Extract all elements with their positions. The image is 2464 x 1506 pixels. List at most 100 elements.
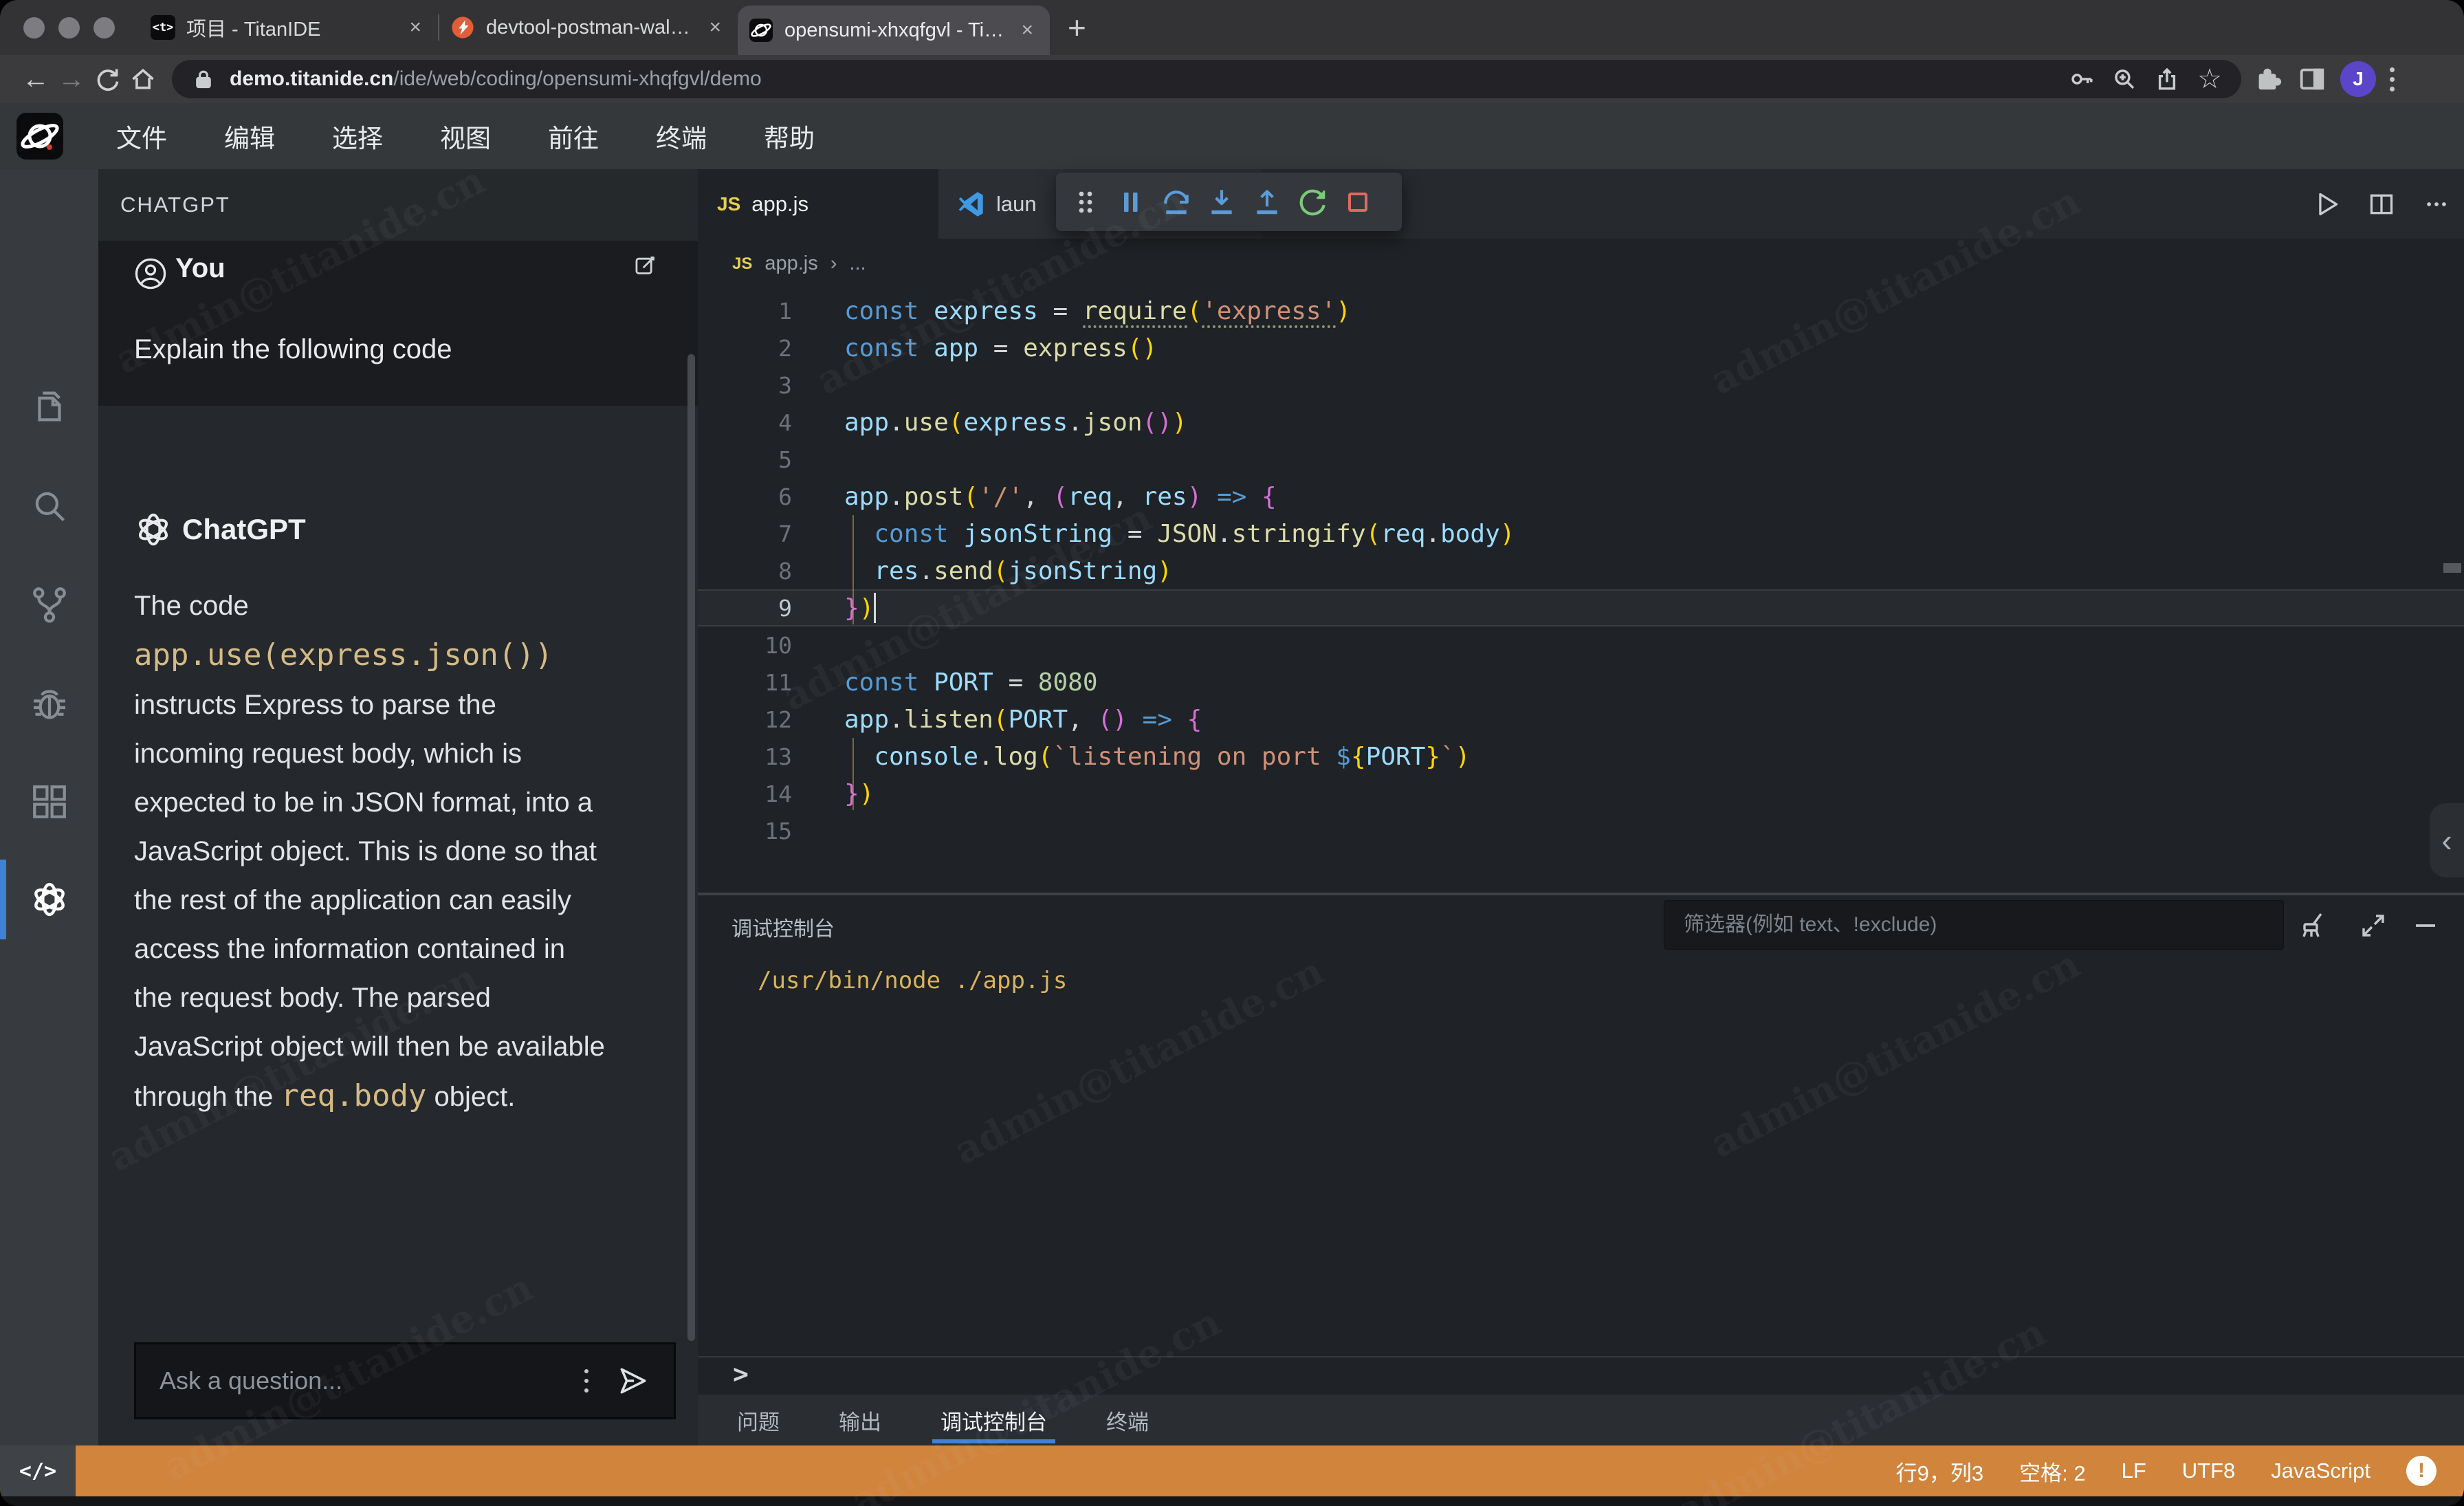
extensions-icon[interactable] (0, 761, 98, 843)
line-number: 14 (698, 781, 792, 807)
code-line-1[interactable]: 1const express = require('express') (698, 292, 2464, 329)
status-item[interactable]: UTF8 (2182, 1459, 2236, 1483)
edit-message-icon[interactable] (633, 253, 658, 278)
code-line-5[interactable]: 5 (698, 441, 2464, 478)
profile-avatar[interactable]: J (2340, 61, 2376, 97)
assistant-label: ChatGPT (182, 513, 306, 546)
code-line-9[interactable]: 9}) (698, 589, 2464, 626)
split-editor-icon[interactable] (2364, 186, 2399, 222)
code-line-12[interactable]: 12app.listen(PORT, () => { (698, 701, 2464, 738)
explorer-files-icon[interactable] (0, 365, 98, 448)
share-icon[interactable] (2150, 63, 2184, 96)
chatgpt-logo-icon (133, 509, 174, 550)
status-item[interactable]: 空格: 2 (2019, 1456, 2085, 1487)
chatgpt-icon[interactable] (0, 858, 98, 941)
code-line-14[interactable]: 14}) (698, 775, 2464, 812)
close-window-button[interactable] (23, 17, 45, 39)
close-tab-icon[interactable]: × (405, 16, 426, 39)
browser-tab-2[interactable]: devtool-postman-walvamdz - T× (439, 0, 738, 55)
remote-indicator[interactable]: </> (0, 1445, 76, 1496)
debug-bug-icon[interactable] (0, 662, 98, 745)
minimize-panel-icon[interactable] (2408, 908, 2443, 943)
browser-tab-1[interactable]: <t>项目 - TitanIDE× (140, 0, 438, 55)
menu-文件[interactable]: 文件 (114, 118, 169, 155)
menu-选择[interactable]: 选择 (330, 118, 385, 155)
toolbar-drag-grip[interactable] (1063, 182, 1108, 223)
window-bottom-edge (0, 1496, 2464, 1506)
search-icon[interactable] (0, 465, 98, 547)
panel-tab-输出[interactable]: 输出 (839, 1395, 881, 1445)
status-item[interactable]: JavaScript (2271, 1459, 2370, 1483)
code-line-11[interactable]: 11const PORT = 8080 (698, 664, 2464, 701)
chat-scrollbar[interactable] (688, 354, 695, 1341)
line-number: 3 (698, 372, 792, 399)
pause-icon[interactable] (1108, 182, 1154, 223)
status-item[interactable]: 行9，列3 (1896, 1456, 1983, 1487)
source-control-icon[interactable] (0, 563, 98, 645)
console-repl-row[interactable]: > (698, 1356, 2464, 1395)
run-icon[interactable] (2309, 186, 2344, 222)
code-line-4[interactable]: 4app.use(express.json()) (698, 404, 2464, 441)
menu-帮助[interactable]: 帮助 (762, 118, 817, 155)
line-number: 2 (698, 335, 792, 362)
editor-scrollbar-thumb[interactable] (2443, 563, 2461, 573)
close-tab-icon[interactable]: × (705, 16, 725, 39)
home-icon[interactable] (125, 61, 161, 97)
menu-终端[interactable]: 终端 (654, 118, 709, 155)
code-line-8[interactable]: 8 res.send(jsonString) (698, 552, 2464, 589)
step-into-icon[interactable] (1199, 182, 1244, 223)
titanide-logo-icon[interactable] (15, 111, 65, 161)
more-actions-icon[interactable] (2419, 186, 2454, 222)
breadcrumb[interactable]: JS app.js › ... (698, 239, 2464, 289)
menu-前往[interactable]: 前往 (546, 118, 601, 155)
new-tab-button[interactable]: + (1068, 9, 1086, 46)
browser-tab-3[interactable]: opensumi-xhxqfgvl - TitanIDE× (738, 6, 1050, 55)
code-line-15[interactable]: 15 (698, 812, 2464, 849)
password-key-icon[interactable] (2065, 63, 2098, 96)
maximize-panel-icon[interactable] (2355, 908, 2391, 943)
code-editor[interactable]: 1const express = require('express')2cons… (698, 289, 2464, 893)
back-icon[interactable]: ← (18, 61, 54, 97)
panel-tab-问题[interactable]: 问题 (737, 1395, 780, 1445)
panel-tab-终端[interactable]: 终端 (1106, 1395, 1149, 1445)
debug-console-output[interactable]: /usr/bin/node ./app.js (698, 956, 2464, 1356)
user-label: You (175, 253, 226, 284)
step-over-icon[interactable] (1154, 182, 1199, 223)
chat-question-input[interactable] (158, 1366, 578, 1396)
extensions-puzzle-icon[interactable] (2251, 62, 2285, 96)
status-item[interactable]: LF (2122, 1459, 2146, 1483)
chat-input-menu-icon[interactable] (584, 1369, 588, 1393)
side-panel-icon[interactable] (2295, 62, 2329, 96)
panel-tab-调试控制台[interactable]: 调试控制台 (940, 1395, 1047, 1445)
code-line-2[interactable]: 2const app = express() (698, 329, 2464, 367)
debug-console-header: 调试控制台 (698, 895, 2464, 956)
stop-icon[interactable] (1335, 182, 1380, 223)
status-bar: </> 行9，列3 空格: 2 LF UTF8 JavaScript ! (0, 1445, 2464, 1496)
close-tab-icon[interactable]: × (1017, 19, 1037, 42)
zoom-icon[interactable] (2108, 63, 2141, 96)
code-line-6[interactable]: 6app.post('/', (req, res) => { (698, 478, 2464, 515)
code-line-3[interactable]: 3 (698, 367, 2464, 404)
console-filter-input[interactable] (1664, 900, 2284, 950)
minimize-window-button[interactable] (58, 17, 80, 39)
menu-编辑[interactable]: 编辑 (222, 118, 277, 155)
address-bar[interactable]: demo.titanide.cn/ide/web/coding/opensumi… (172, 60, 2241, 98)
menu-视图[interactable]: 视图 (438, 118, 493, 155)
clear-console-icon[interactable] (2295, 908, 2331, 943)
code-line-7[interactable]: 7 const jsonString = JSON.stringify(req.… (698, 515, 2464, 552)
notification-warning-icon[interactable]: ! (2406, 1456, 2436, 1486)
panel-expand-chevron[interactable]: ‹ (2430, 803, 2464, 877)
code-line-10[interactable]: 10 (698, 626, 2464, 664)
refresh-icon[interactable] (89, 61, 125, 97)
chrome-menu-icon[interactable] (2390, 67, 2395, 91)
line-number: 6 (698, 483, 792, 510)
bookmark-star-icon[interactable]: ☆ (2193, 63, 2226, 96)
code-line-13[interactable]: 13 console.log(`listening on port ${PORT… (698, 738, 2464, 775)
maximize-window-button[interactable] (94, 17, 115, 39)
step-out-icon[interactable] (1244, 182, 1290, 223)
send-icon[interactable] (616, 1364, 650, 1398)
editor-tab-appjs[interactable]: JS app.js (698, 169, 938, 239)
restart-icon[interactable] (1290, 182, 1335, 223)
forward-icon[interactable]: → (54, 61, 89, 97)
debug-toolbar (1056, 173, 1402, 231)
